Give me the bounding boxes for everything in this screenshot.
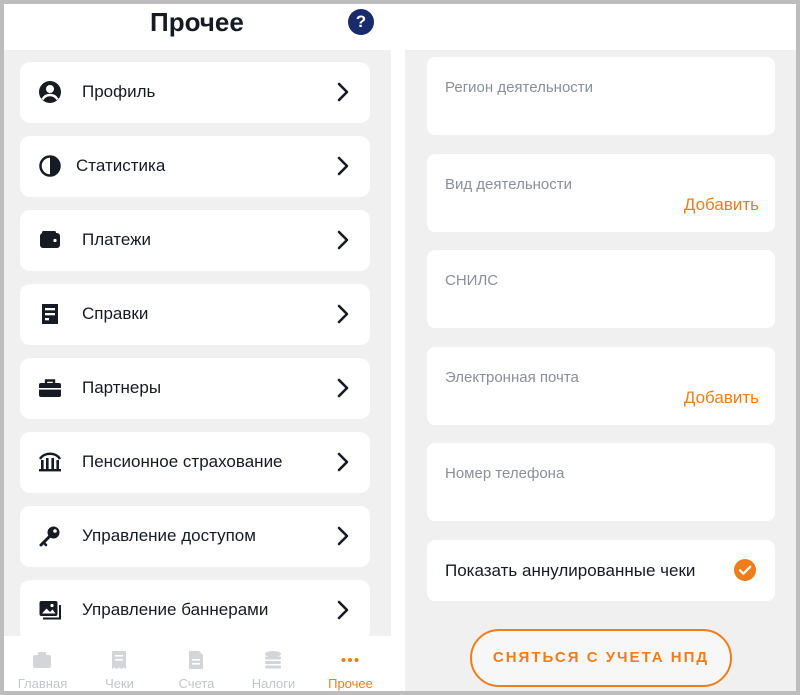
other-menu-panel: Прочее ? Профиль Статистика Платежи Спра…: [4, 4, 391, 691]
field-label: Регион деятельности: [445, 79, 594, 96]
menu-item-access-management[interactable]: Управление доступом: [20, 506, 370, 567]
coins-icon: [263, 650, 283, 670]
menu-item-label: Профиль: [82, 82, 156, 101]
field-email[interactable]: Электронная почта Добавить: [427, 347, 775, 425]
tab-home[interactable]: Главная: [4, 636, 81, 691]
field-label: СНИЛС: [445, 272, 499, 289]
briefcase-icon: [38, 376, 62, 400]
tab-label: Чеки: [105, 676, 134, 691]
field-label: Электронная почта: [445, 369, 579, 386]
menu-item-payments[interactable]: Платежи: [20, 210, 370, 271]
field-label: Вид деятельности: [445, 176, 573, 193]
menu-item-label: Статистика: [76, 156, 166, 175]
document-icon: [38, 302, 62, 326]
tab-taxes[interactable]: Налоги: [235, 636, 312, 691]
app-frame: Прочее ? Профиль Статистика Платежи Спра…: [4, 4, 796, 691]
menu-item-label: Пенсионное страхование: [82, 452, 283, 471]
tab-label: Счета: [178, 676, 215, 691]
chevron-right-icon: [336, 525, 350, 547]
chevron-right-icon: [336, 599, 350, 621]
profile-details-panel: Регион деятельности Вид деятельности Доб…: [405, 4, 796, 691]
field-label: Номер телефона: [445, 465, 565, 482]
chevron-right-icon: [336, 81, 350, 103]
menu-item-banner-management[interactable]: Управление баннерами: [20, 580, 370, 641]
invoice-icon: [186, 650, 206, 670]
menu-item-label: Платежи: [82, 230, 151, 249]
right-top-bar: [405, 4, 796, 50]
menu-item-profile[interactable]: Профиль: [20, 62, 370, 123]
chevron-right-icon: [336, 303, 350, 325]
menu-item-label: Управление доступом: [82, 526, 256, 545]
show-cancelled-receipts-row[interactable]: Показать аннулированные чеки: [427, 540, 775, 601]
wallet-icon: [38, 228, 62, 252]
toggle-label: Показать аннулированные чеки: [445, 561, 696, 580]
menu-item-certificates[interactable]: Справки: [20, 284, 370, 345]
menu-item-label: Партнеры: [82, 378, 162, 397]
bottom-tab-bar: Главная Чеки Счета Налоги Прочее: [4, 636, 391, 691]
home-icon: [32, 650, 52, 670]
chevron-right-icon: [336, 451, 350, 473]
top-header: Прочее ?: [4, 4, 391, 50]
chevron-right-icon: [336, 229, 350, 251]
tab-invoices[interactable]: Счета: [158, 636, 235, 691]
receipt-icon: [109, 650, 129, 670]
person-icon: [38, 80, 62, 104]
deregister-npd-button[interactable]: СНЯТЬСЯ С УЧЕТА НПД: [470, 629, 732, 687]
key-icon: [38, 524, 62, 548]
help-button[interactable]: ?: [348, 9, 374, 35]
tab-label: Налоги: [251, 676, 296, 691]
tab-other[interactable]: Прочее: [312, 636, 389, 691]
tab-label: Прочее: [328, 676, 373, 691]
field-phone[interactable]: Номер телефона: [427, 443, 775, 521]
chevron-right-icon: [336, 377, 350, 399]
check-circle-icon[interactable]: [734, 559, 756, 581]
field-snils[interactable]: СНИЛС: [427, 250, 775, 328]
tab-label: Главная: [17, 676, 68, 691]
field-activity-region[interactable]: Регион деятельности: [427, 57, 775, 135]
pension-fund-icon: [38, 450, 62, 474]
menu-item-label: Управление баннерами: [82, 600, 269, 619]
tab-receipts[interactable]: Чеки: [81, 636, 158, 691]
add-activity-type-link[interactable]: Добавить: [684, 195, 759, 215]
image-icon: [38, 598, 62, 622]
page-title: Прочее: [150, 7, 244, 37]
menu-item-label: Справки: [82, 304, 149, 323]
add-email-link[interactable]: Добавить: [684, 388, 759, 408]
menu-item-partners[interactable]: Партнеры: [20, 358, 370, 419]
menu-item-statistics[interactable]: Статистика: [20, 136, 370, 197]
field-activity-type[interactable]: Вид деятельности Добавить: [427, 154, 775, 232]
menu-item-pension-insurance[interactable]: Пенсионное страхование: [20, 432, 370, 493]
pie-chart-icon: [38, 154, 62, 178]
more-dots-icon: [340, 650, 360, 670]
chevron-right-icon: [336, 155, 350, 177]
